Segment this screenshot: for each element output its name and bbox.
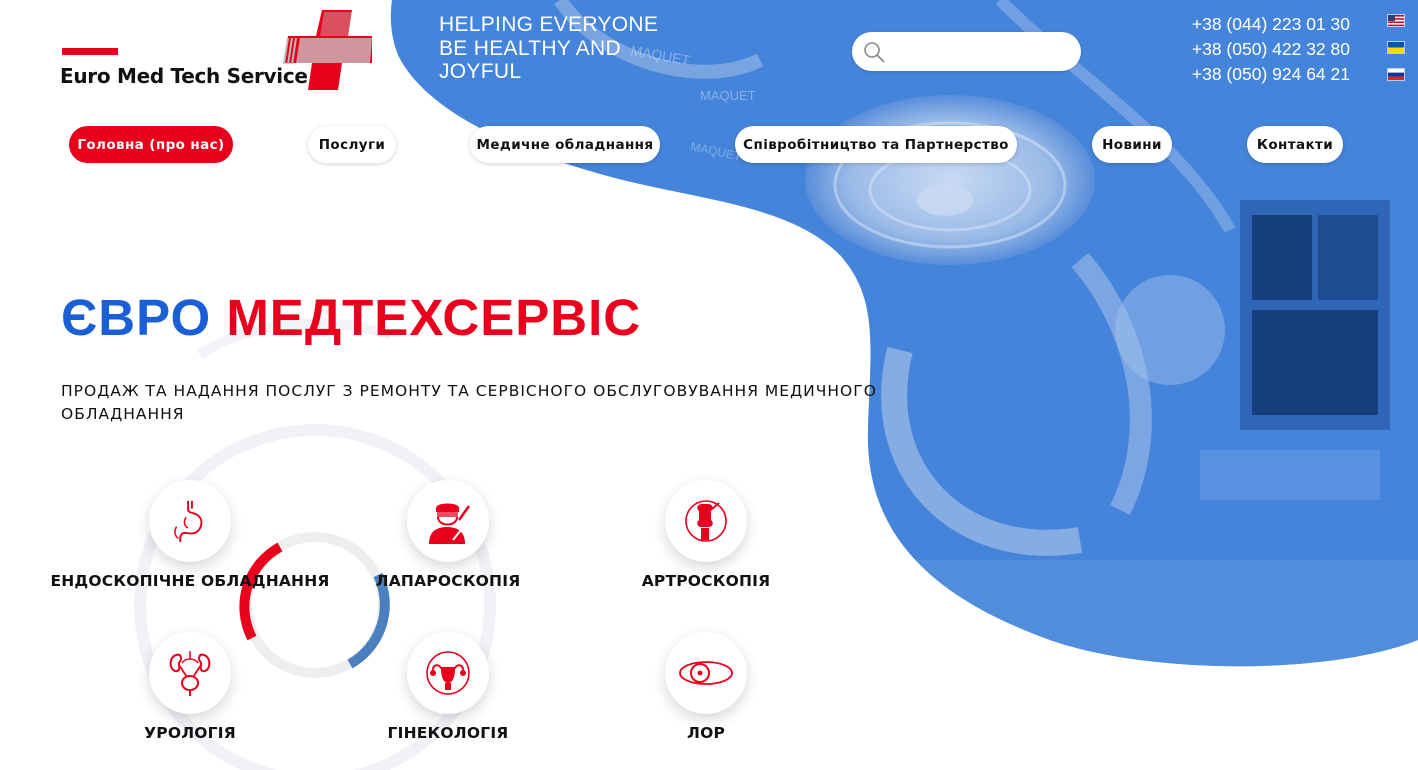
service-gynecology-button[interactable]	[407, 632, 489, 714]
joint-icon	[685, 500, 727, 542]
surgeon-icon	[429, 503, 471, 544]
hero-subtitle: ПРОДАЖ ТА НАДАННЯ ПОСЛУГ З РЕМОНТУ ТА СЕ…	[61, 382, 877, 423]
service-arthroscopy-button[interactable]	[665, 480, 747, 562]
stomach-icon	[174, 500, 203, 543]
title-part-blue: ЄВРО	[61, 289, 212, 346]
service-urology-label[interactable]: УРОЛОГІЯ	[144, 724, 236, 742]
service-laparoscopy-label[interactable]: ЛАПАРОСКОПІЯ	[376, 572, 521, 590]
title-part-red: МЕДТЕХСЕРВІС	[226, 289, 642, 346]
service-urology-button[interactable]	[149, 632, 231, 714]
uterus-icon	[426, 651, 470, 695]
head-mirror-icon	[679, 661, 733, 685]
service-ent-button[interactable]	[665, 632, 747, 714]
service-gynecology-label[interactable]: ГІНЕКОЛОГІЯ	[388, 724, 509, 742]
service-endoscopy-label[interactable]: ЕНДОСКОПІЧНЕ ОБЛАДНАННЯ	[50, 572, 329, 590]
page-title: ЄВРО МЕДТЕХСЕРВІС	[61, 288, 641, 347]
service-endoscopy-button[interactable]	[149, 480, 231, 562]
service-arthroscopy-label[interactable]: АРТРОСКОПІЯ	[642, 572, 771, 590]
service-ent-label[interactable]: ЛОР	[687, 724, 725, 742]
service-laparoscopy-button[interactable]	[407, 480, 489, 562]
kidneys-icon	[169, 651, 211, 696]
